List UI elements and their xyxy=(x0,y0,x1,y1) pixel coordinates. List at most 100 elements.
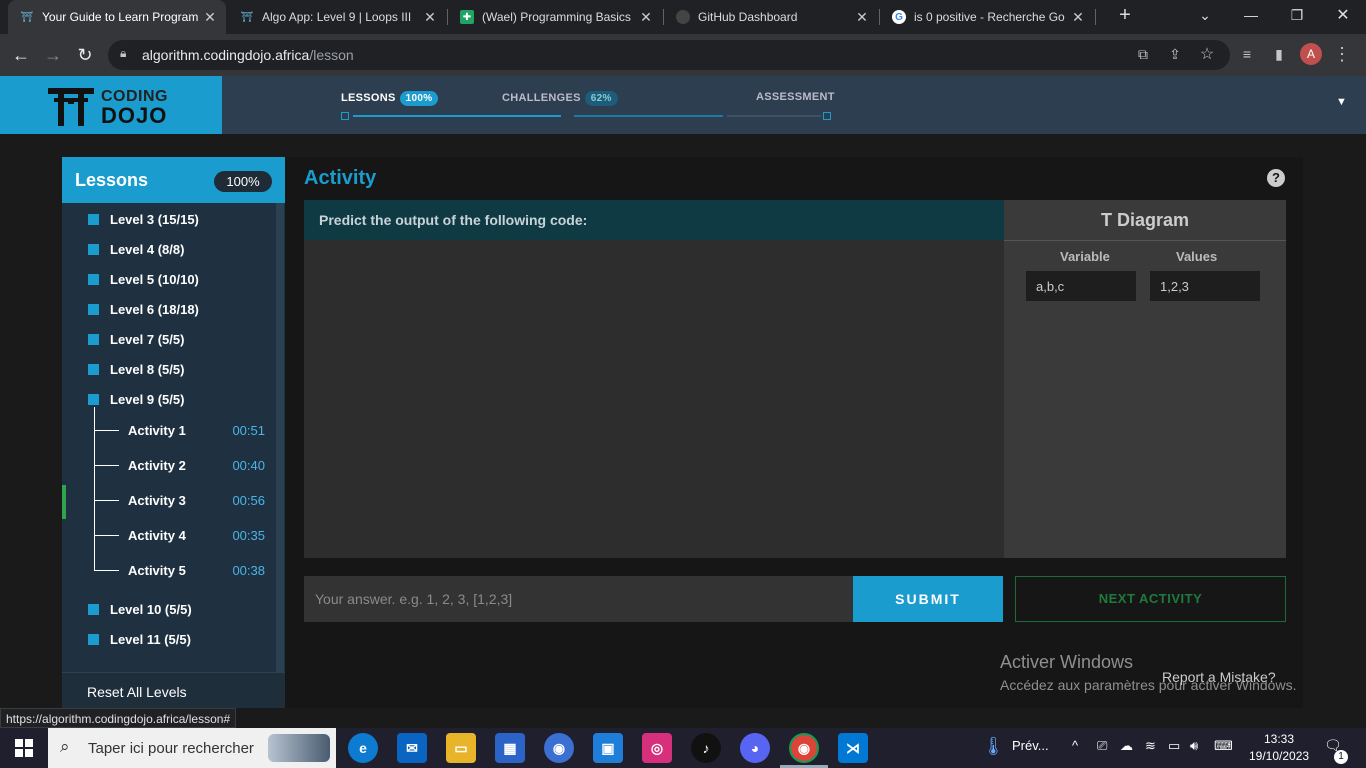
level-item[interactable]: Level 3 (15/15) xyxy=(88,209,199,229)
mail-icon[interactable]: ✉ xyxy=(397,733,427,763)
nav-challenges[interactable]: CHALLENGES 62% xyxy=(502,91,618,106)
code-panel-header: Predict the output of the following code… xyxy=(304,200,1004,240)
meet-now-icon[interactable]: ⎚ xyxy=(1097,738,1107,754)
close-icon[interactable]: ✕ xyxy=(852,9,872,26)
restore-icon[interactable]: ❐ xyxy=(1274,0,1320,30)
side-panel-icon[interactable]: ▮ xyxy=(1267,42,1291,66)
activity-item[interactable]: Activity 4 00:35 xyxy=(93,526,283,546)
url-path: /lesson xyxy=(309,47,354,63)
reset-all-levels-button[interactable]: Reset All Levels xyxy=(62,672,285,708)
clock-date[interactable]: 19/10/2023 xyxy=(1249,749,1309,763)
close-icon[interactable]: ✕ xyxy=(200,9,220,26)
tab-title: is 0 positive - Recherche Go xyxy=(914,10,1065,24)
address-bar[interactable]: 🔒︎ algorithm.codingdojo.africa/lesson xyxy=(108,40,1230,70)
browser-tab[interactable]: ⛩ Your Guide to Learn Program ✕ xyxy=(8,0,226,34)
activity-item[interactable]: Activity 5 00:38 xyxy=(93,561,283,581)
answer-input[interactable] xyxy=(304,576,853,622)
remote-desktop-icon[interactable]: ▣ xyxy=(593,733,623,763)
chrome-icon[interactable]: ◉ xyxy=(789,733,819,763)
weather-label[interactable]: Prév... xyxy=(1012,738,1049,753)
wifi-icon[interactable]: ≋ xyxy=(1145,738,1156,754)
browser-tab[interactable]: ✚ (Wael) Programming Basics ✕ xyxy=(448,0,662,34)
battery-icon[interactable]: ▭ xyxy=(1168,738,1180,754)
onedrive-cloud-icon[interactable]: ☁ xyxy=(1120,738,1133,754)
browser-tab[interactable]: G is 0 positive - Recherche Go ✕ xyxy=(880,0,1094,34)
edge-icon[interactable]: e xyxy=(348,733,378,763)
help-question-icon[interactable]: ? xyxy=(1267,169,1285,187)
taskbar-search[interactable]: ⌕ Taper ici pour rechercher xyxy=(48,728,336,768)
values-input[interactable]: 1,2,3 xyxy=(1150,271,1260,301)
tiktok-icon[interactable]: ♪ xyxy=(691,733,721,763)
browser-tab[interactable]: GitHub Dashboard ✕ xyxy=(664,0,878,34)
level-item-current[interactable]: Level 9 (5/5) xyxy=(88,389,184,409)
translate-icon[interactable]: ⧉ xyxy=(1131,42,1155,66)
back-arrow-icon[interactable]: ← xyxy=(8,42,34,68)
nav-assessment[interactable]: ASSESSMENT xyxy=(756,91,835,103)
tab-title: (Wael) Programming Basics xyxy=(482,10,631,24)
menu-kebab-icon[interactable]: ⋮ xyxy=(1330,42,1354,66)
start-button[interactable] xyxy=(0,728,48,768)
activity-item[interactable]: Activity 1 00:51 xyxy=(93,421,283,441)
nav-lessons-badge: 100% xyxy=(399,91,439,106)
close-icon[interactable]: ✕ xyxy=(420,9,440,26)
reload-icon[interactable]: ↻ xyxy=(72,42,98,68)
level-item[interactable]: Level 6 (18/18) xyxy=(88,299,199,319)
level-checkbox-icon xyxy=(88,273,99,285)
weather-thermometer-icon[interactable]: 🌡︎ xyxy=(982,736,1005,757)
level-label: Level 5 (10/10) xyxy=(110,271,199,287)
file-explorer-icon[interactable]: ▭ xyxy=(446,733,476,763)
reset-label: Reset All Levels xyxy=(87,684,187,700)
taskbar-search-placeholder: Taper ici pour rechercher xyxy=(88,740,254,757)
level-label: Level 11 (5/5) xyxy=(110,631,191,647)
bookmark-star-icon[interactable]: ☆ xyxy=(1195,42,1219,66)
instagram-icon[interactable]: ◎ xyxy=(642,733,672,763)
profile-avatar[interactable]: A xyxy=(1300,43,1322,65)
lessons-progress-line xyxy=(353,115,561,117)
variable-input[interactable]: a,b,c xyxy=(1026,271,1136,301)
new-tab-plus-icon[interactable]: + xyxy=(1102,0,1148,30)
tray-chevron-icon[interactable]: ^ xyxy=(1072,738,1078,753)
coding-dojo-logo[interactable]: CODING DOJO xyxy=(0,76,222,134)
keyboard-icon[interactable]: ⌨ xyxy=(1214,738,1233,754)
level-label: Level 3 (15/15) xyxy=(110,211,199,227)
nav-lessons-label: LESSONS xyxy=(341,92,396,104)
level-checkbox-icon xyxy=(88,243,99,255)
tab-search-chevron-icon[interactable]: ⌄ xyxy=(1182,0,1228,30)
discord-icon[interactable]: ◕ xyxy=(740,733,770,763)
sheets-favicon-icon: ✚ xyxy=(460,10,474,24)
activity-name: Activity 1 xyxy=(128,423,186,438)
t-diagram-divider xyxy=(1004,240,1286,241)
close-icon[interactable]: ✕ xyxy=(1068,9,1088,26)
share-icon[interactable]: ⇪ xyxy=(1163,42,1187,66)
volume-icon[interactable]: 🔊︎ xyxy=(1190,738,1198,754)
level-checkbox-icon xyxy=(88,213,99,225)
forward-arrow-icon[interactable]: → xyxy=(40,42,66,68)
level-label: Level 9 (5/5) xyxy=(110,391,185,407)
level-item[interactable]: Level 7 (5/5) xyxy=(88,329,184,349)
tree-branch xyxy=(95,430,119,431)
minimize-icon[interactable]: — xyxy=(1228,0,1274,30)
t-diagram-panel: T Diagram Variable Values a,b,c 1,2,3 xyxy=(1004,200,1286,558)
media-controls-icon[interactable]: ≡ xyxy=(1235,42,1259,66)
activity-time: 00:56 xyxy=(232,493,265,508)
nav-lessons[interactable]: LESSONS 100% xyxy=(341,91,439,106)
vscode-icon[interactable]: ⋊ xyxy=(838,733,868,763)
level-item[interactable]: Level 4 (8/8) xyxy=(88,239,184,259)
dropdown-caret-icon[interactable]: ▼ xyxy=(1336,96,1347,108)
submit-button[interactable]: SUBMIT xyxy=(853,576,1003,622)
level-item[interactable]: Level 10 (5/5) xyxy=(88,599,192,619)
browser-tab[interactable]: ⛩ Algo App: Level 9 | Loops III ✕ xyxy=(228,0,446,34)
store-icon[interactable]: ▦ xyxy=(495,733,525,763)
clock-time[interactable]: 13:33 xyxy=(1264,732,1294,746)
level-item[interactable]: Level 5 (10/10) xyxy=(88,269,199,289)
level-item[interactable]: Level 8 (5/5) xyxy=(88,359,184,379)
next-activity-button[interactable]: NEXT ACTIVITY xyxy=(1015,576,1286,622)
level-item[interactable]: Level 11 (5/5) xyxy=(88,629,191,649)
torii-gate-icon xyxy=(48,88,94,126)
activity-item-current[interactable]: Activity 3 00:56 xyxy=(93,491,283,511)
lessons-progress-badge: 100% xyxy=(214,171,272,192)
close-icon[interactable]: ✕ xyxy=(636,9,656,26)
chromium-icon[interactable]: ◉ xyxy=(544,733,574,763)
close-window-icon[interactable]: ✕ xyxy=(1320,0,1366,30)
activity-item[interactable]: Activity 2 00:40 xyxy=(93,456,283,476)
